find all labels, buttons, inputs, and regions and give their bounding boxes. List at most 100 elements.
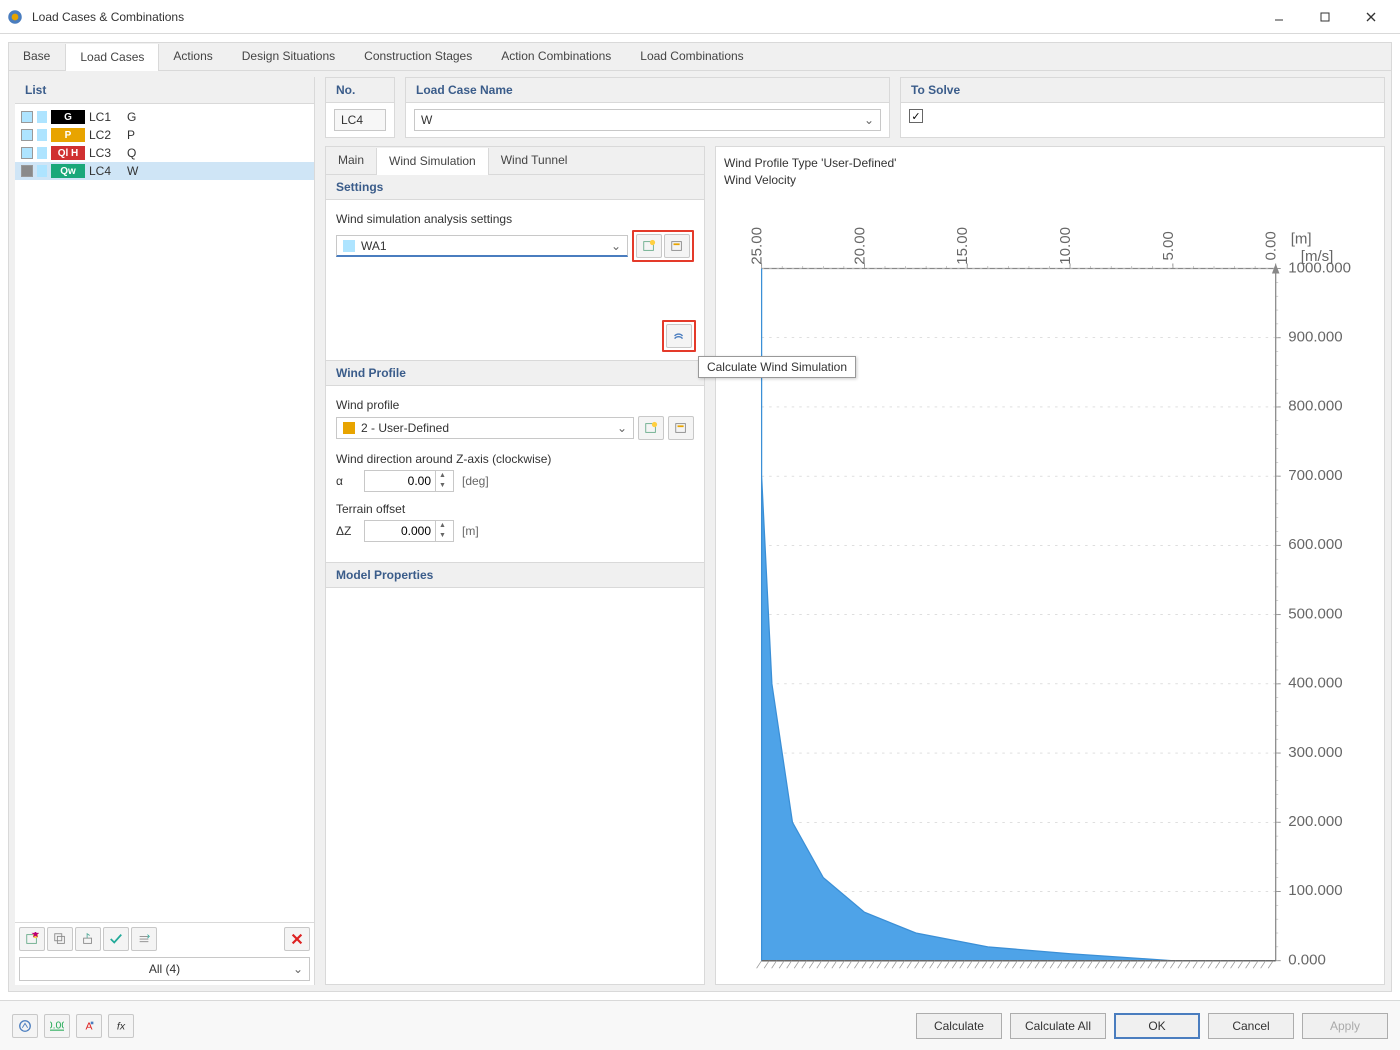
svg-text:5.00: 5.00 xyxy=(1160,231,1177,260)
tab-action-combinations[interactable]: Action Combinations xyxy=(487,43,626,70)
svg-text:15.00: 15.00 xyxy=(954,227,971,265)
load-case-name-value: W xyxy=(421,113,432,127)
wind-profile-header: Wind Profile xyxy=(326,361,704,386)
color-swatch-icon xyxy=(37,129,47,141)
move-item-button[interactable] xyxy=(75,927,101,951)
load-case-name-combo[interactable]: W ⌄ xyxy=(414,109,881,131)
checkbox-icon[interactable] xyxy=(21,147,33,159)
edit-wind-profile-button[interactable] xyxy=(668,416,694,440)
category-badge: G xyxy=(51,110,85,124)
list-filter-value: All (4) xyxy=(28,962,301,976)
tab-load-combinations[interactable]: Load Combinations xyxy=(626,43,758,70)
tab-load-cases[interactable]: Load Cases xyxy=(65,44,159,71)
sub-tabstrip: MainWind SimulationWind Tunnel xyxy=(325,146,705,174)
load-case-label: G xyxy=(127,110,136,124)
svg-text:600.000: 600.000 xyxy=(1288,536,1342,553)
cancel-button[interactable]: Cancel xyxy=(1208,1013,1294,1039)
tab-base[interactable]: Base xyxy=(9,43,65,70)
svg-text:10.00: 10.00 xyxy=(1057,227,1074,265)
units-button[interactable]: 0.00 xyxy=(44,1014,70,1038)
wind-profile-chart: 25.0020.0015.0010.005.000.00[m/s]1000.00… xyxy=(724,193,1376,998)
dialog-footer: 0.00 A fx Calculate Calculate All OK Can… xyxy=(0,1000,1400,1050)
alpha-input[interactable]: ▲▼ xyxy=(364,470,454,492)
ok-button[interactable]: OK xyxy=(1114,1013,1200,1039)
load-case-code: LC4 xyxy=(89,164,123,178)
color-swatch-icon xyxy=(343,422,355,434)
tab-design-situations[interactable]: Design Situations xyxy=(228,43,350,70)
analysis-settings-value: WA1 xyxy=(361,239,387,253)
text-format-button[interactable]: A xyxy=(76,1014,102,1038)
list-row-lc3[interactable]: Ql HLC3Q xyxy=(15,144,314,162)
spin-up-icon[interactable]: ▲ xyxy=(436,471,449,481)
chart-title-1: Wind Profile Type 'User-Defined' xyxy=(724,155,1376,172)
analysis-settings-combo[interactable]: WA1 ⌄ xyxy=(336,235,628,257)
calculate-wind-simulation-button[interactable] xyxy=(666,324,692,348)
list-row-lc1[interactable]: GLC1G xyxy=(15,108,314,126)
alpha-unit: [deg] xyxy=(462,474,489,488)
chevron-down-icon: ⌄ xyxy=(864,113,874,127)
subtab-wind-tunnel[interactable]: Wind Tunnel xyxy=(489,147,580,174)
check-all-button[interactable] xyxy=(103,927,129,951)
spin-down-icon[interactable]: ▼ xyxy=(436,481,449,491)
list-row-lc4[interactable]: Qw LC4 W xyxy=(15,162,314,180)
checkbox-icon[interactable] xyxy=(21,165,33,177)
close-button[interactable] xyxy=(1348,2,1394,32)
color-swatch-icon xyxy=(37,165,47,177)
new-analysis-settings-button[interactable] xyxy=(636,234,662,258)
main-tabstrip: BaseLoad CasesActionsDesign SituationsCo… xyxy=(8,42,1392,70)
name-field-group: Load Case Name W ⌄ xyxy=(405,77,890,138)
list-filter-combo[interactable]: All (4) ⌄ xyxy=(19,957,310,981)
fx-button[interactable]: fx xyxy=(108,1014,134,1038)
edit-analysis-settings-button[interactable] xyxy=(664,234,690,258)
calculate-all-button[interactable]: Calculate All xyxy=(1010,1013,1106,1039)
new-item-button[interactable]: ★ xyxy=(19,927,45,951)
to-solve-checkbox[interactable] xyxy=(909,109,923,123)
list-panel: List GLC1GPLC2PQl HLC3QQwLC4W ★ All (4) … xyxy=(15,77,315,985)
category-badge: Ql H xyxy=(51,146,85,160)
load-case-code: LC2 xyxy=(89,128,123,142)
svg-text:fx: fx xyxy=(117,1020,126,1032)
load-case-label: W xyxy=(127,164,138,178)
dz-symbol: ΔZ xyxy=(336,524,356,538)
svg-text:300.000: 300.000 xyxy=(1288,743,1342,760)
svg-text:25.00: 25.00 xyxy=(749,227,766,265)
settings-section: Settings Wind simulation analysis settin… xyxy=(325,174,705,361)
wind-direction-label: Wind direction around Z-axis (clockwise) xyxy=(336,452,694,466)
copy-item-button[interactable] xyxy=(47,927,73,951)
subtab-main[interactable]: Main xyxy=(326,147,376,174)
checkbox-icon[interactable] xyxy=(21,129,33,141)
svg-text:0.00: 0.00 xyxy=(1263,231,1280,260)
load-case-label: Q xyxy=(127,146,136,160)
apply-button[interactable]: Apply xyxy=(1302,1013,1388,1039)
renumber-button[interactable] xyxy=(131,927,157,951)
titlebar: Load Cases & Combinations xyxy=(0,0,1400,34)
list-body: GLC1GPLC2PQl HLC3Q Qw LC4 W xyxy=(15,104,314,922)
help-button[interactable] xyxy=(12,1014,38,1038)
no-header: No. xyxy=(326,78,394,103)
calculate-button[interactable]: Calculate xyxy=(916,1013,1002,1039)
app-icon xyxy=(6,8,24,26)
minimize-button[interactable] xyxy=(1256,2,1302,32)
window-title: Load Cases & Combinations xyxy=(32,10,1256,24)
no-input[interactable] xyxy=(334,109,386,131)
new-wind-profile-button[interactable] xyxy=(638,416,664,440)
subtab-wind-simulation[interactable]: Wind Simulation xyxy=(376,148,489,175)
svg-text:★: ★ xyxy=(31,932,39,940)
tab-construction-stages[interactable]: Construction Stages xyxy=(350,43,487,70)
wind-profile-combo[interactable]: 2 - User-Defined ⌄ xyxy=(336,417,634,439)
maximize-button[interactable] xyxy=(1302,2,1348,32)
calculate-wind-tooltip: Calculate Wind Simulation xyxy=(698,356,856,378)
dz-input[interactable]: ▲▼ xyxy=(364,520,454,542)
category-badge: Qw xyxy=(51,164,85,178)
spin-up-icon[interactable]: ▲ xyxy=(436,521,449,531)
delete-item-button[interactable] xyxy=(284,927,310,951)
list-row-lc2[interactable]: PLC2P xyxy=(15,126,314,144)
spin-down-icon[interactable]: ▼ xyxy=(436,531,449,541)
color-swatch-icon xyxy=(37,147,47,159)
chevron-down-icon: ⌄ xyxy=(611,239,621,253)
chevron-down-icon: ⌄ xyxy=(293,962,303,976)
checkbox-icon[interactable] xyxy=(21,111,33,123)
dz-unit: [m] xyxy=(462,524,479,538)
tab-actions[interactable]: Actions xyxy=(159,43,227,70)
svg-text:0.000: 0.000 xyxy=(1288,951,1326,968)
